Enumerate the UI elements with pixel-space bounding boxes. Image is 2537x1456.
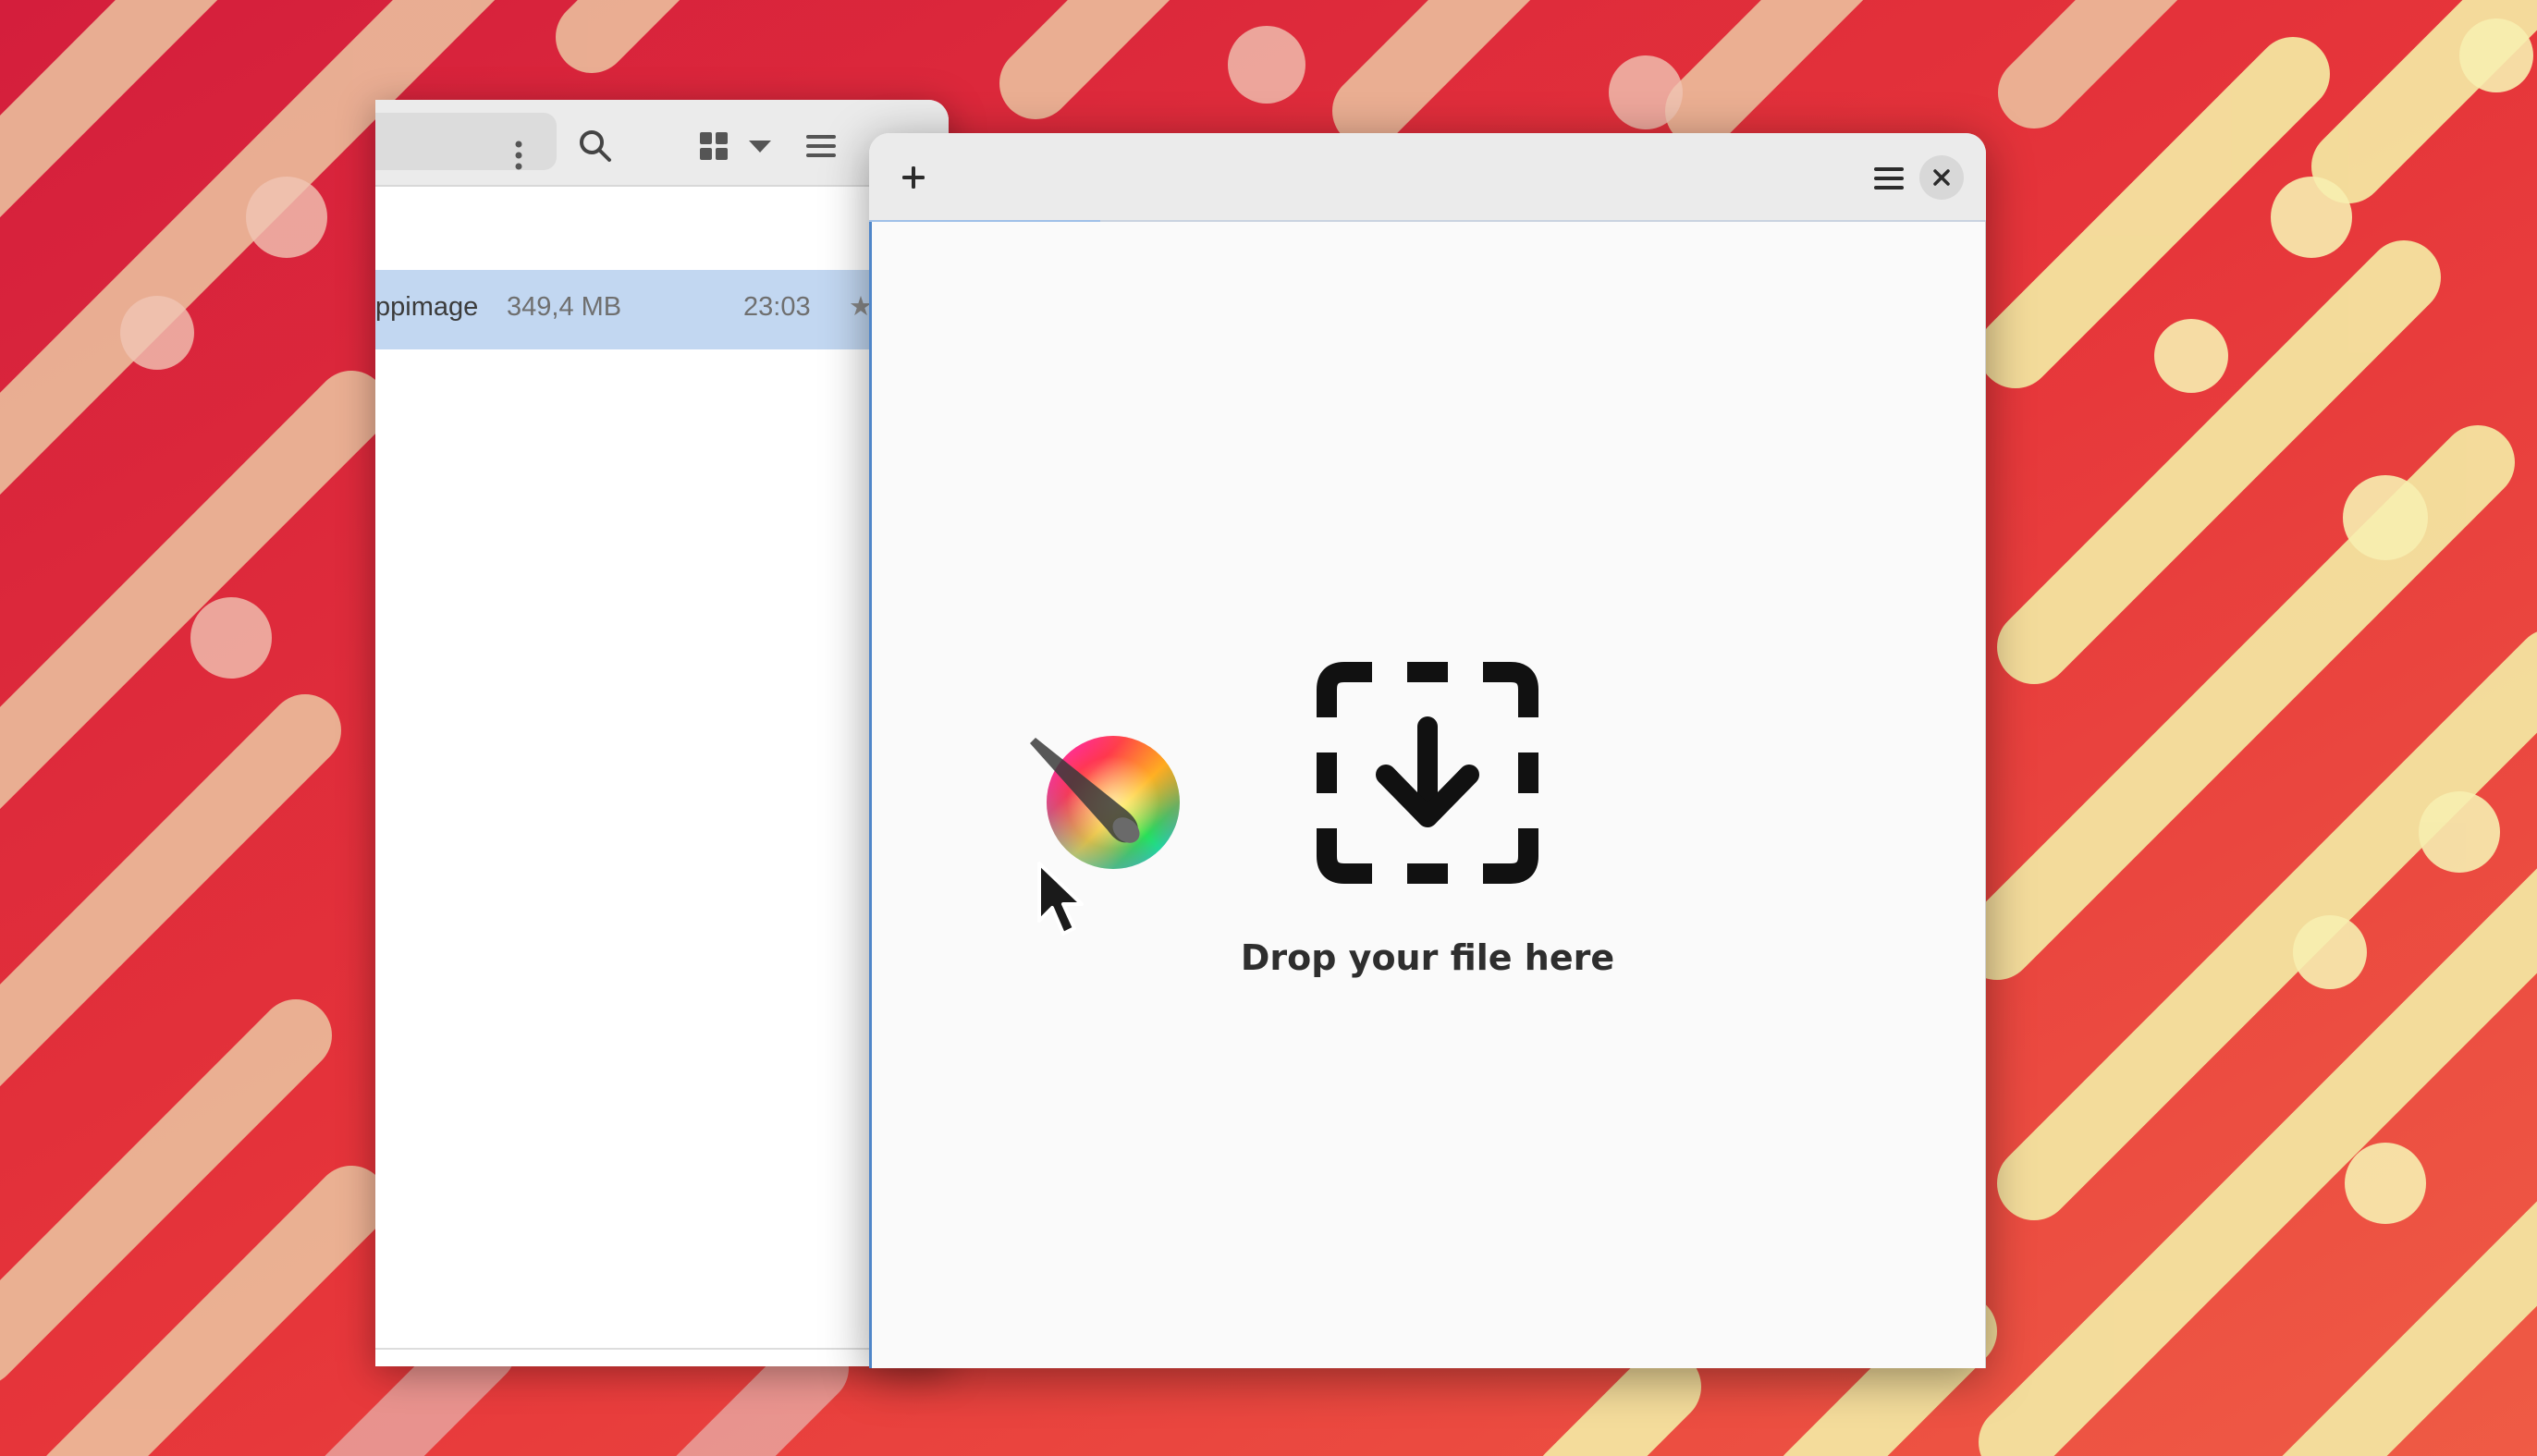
hamburger-menu-icon[interactable] xyxy=(1866,155,1912,202)
plus-icon[interactable] xyxy=(889,153,938,202)
kebab-menu-icon[interactable] xyxy=(505,139,533,172)
file-size: 349,4 MB xyxy=(507,292,622,322)
drop-instruction: Drop your file here xyxy=(1240,937,1615,978)
files-headerbar xyxy=(375,100,949,187)
app-headerbar xyxy=(869,133,1986,220)
file-row-selected[interactable]: ppimage 349,4 MB 23:03 ★ xyxy=(375,270,949,349)
files-window: ppimage 349,4 MB 23:03 ★ xyxy=(375,100,949,1366)
file-name: ppimage xyxy=(375,292,479,322)
list-menu-icon[interactable] xyxy=(803,128,840,165)
file-modified-time: 23:03 xyxy=(743,292,811,322)
mouse-cursor-icon xyxy=(1034,860,1098,943)
dropdown-arrow-icon[interactable] xyxy=(743,128,777,165)
path-bar[interactable] xyxy=(375,113,557,170)
drop-target-icon xyxy=(1317,662,1538,884)
grid-view-icon[interactable] xyxy=(695,128,732,165)
divider xyxy=(375,1348,949,1350)
close-icon[interactable] xyxy=(1919,155,1964,200)
search-icon[interactable] xyxy=(575,126,616,166)
